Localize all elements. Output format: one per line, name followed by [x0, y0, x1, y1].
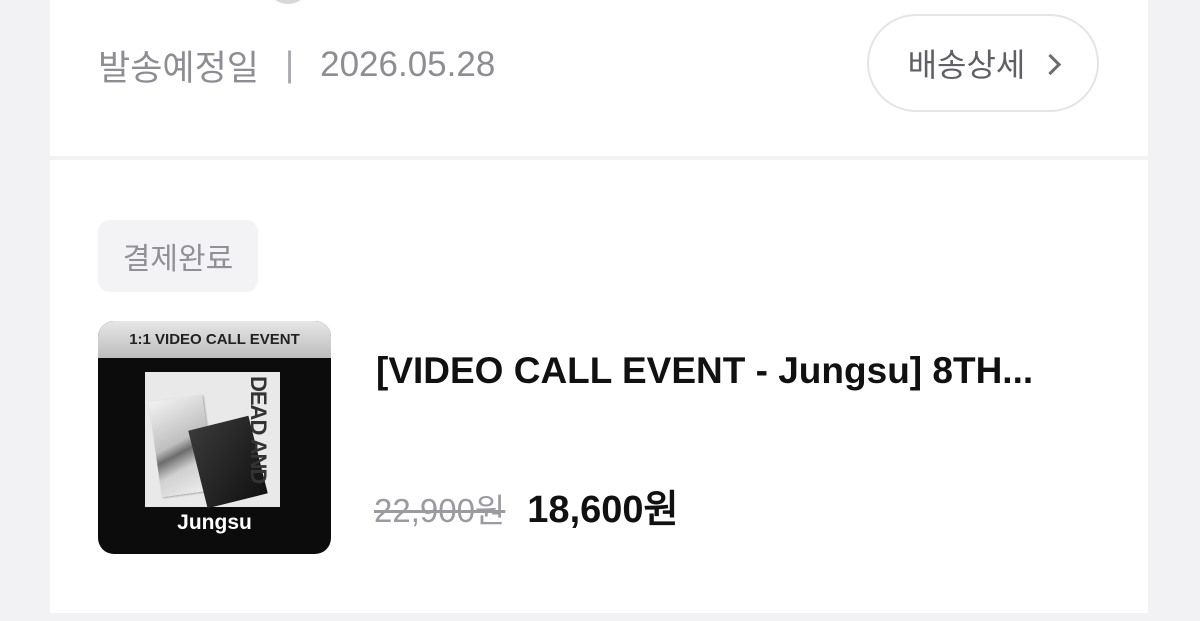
original-price: 22,900원 — [374, 492, 506, 529]
ship-date-label: 발송예정일 — [98, 48, 260, 88]
album-cover-image: DEAD AND — [145, 372, 280, 509]
separator: | — [285, 45, 295, 84]
shipping-date-row: 발송예정일 | 2026.05.28 — [98, 43, 496, 88]
thumbnail-artist-name: Jungsu — [177, 511, 252, 534]
partial-circle-icon — [266, 0, 310, 4]
price-row: 22,900원 18,600원 — [374, 478, 678, 533]
status-badge: 결제완료 — [98, 220, 258, 292]
shipping-detail-label: 배송상세 — [907, 47, 1026, 83]
order-item-card: 결제완료 1:1 VIDEO CALL EVENT DEAD AND Jungs… — [50, 160, 1148, 613]
shipping-detail-button[interactable]: 배송상세 — [867, 14, 1099, 112]
album-cover-text: DEAD AND — [246, 376, 271, 484]
product-thumbnail[interactable]: 1:1 VIDEO CALL EVENT DEAD AND Jungsu — [98, 321, 331, 554]
sale-price: 18,600원 — [527, 489, 679, 531]
shipping-card: 발송예정일 | 2026.05.28 배송상세 — [50, 0, 1148, 156]
ship-date-value: 2026.05.28 — [320, 45, 496, 84]
chevron-right-icon — [1040, 53, 1062, 75]
thumbnail-header: 1:1 VIDEO CALL EVENT — [98, 321, 331, 358]
product-title[interactable]: [VIDEO CALL EVENT - Jungsu] 8TH... — [376, 350, 1096, 392]
